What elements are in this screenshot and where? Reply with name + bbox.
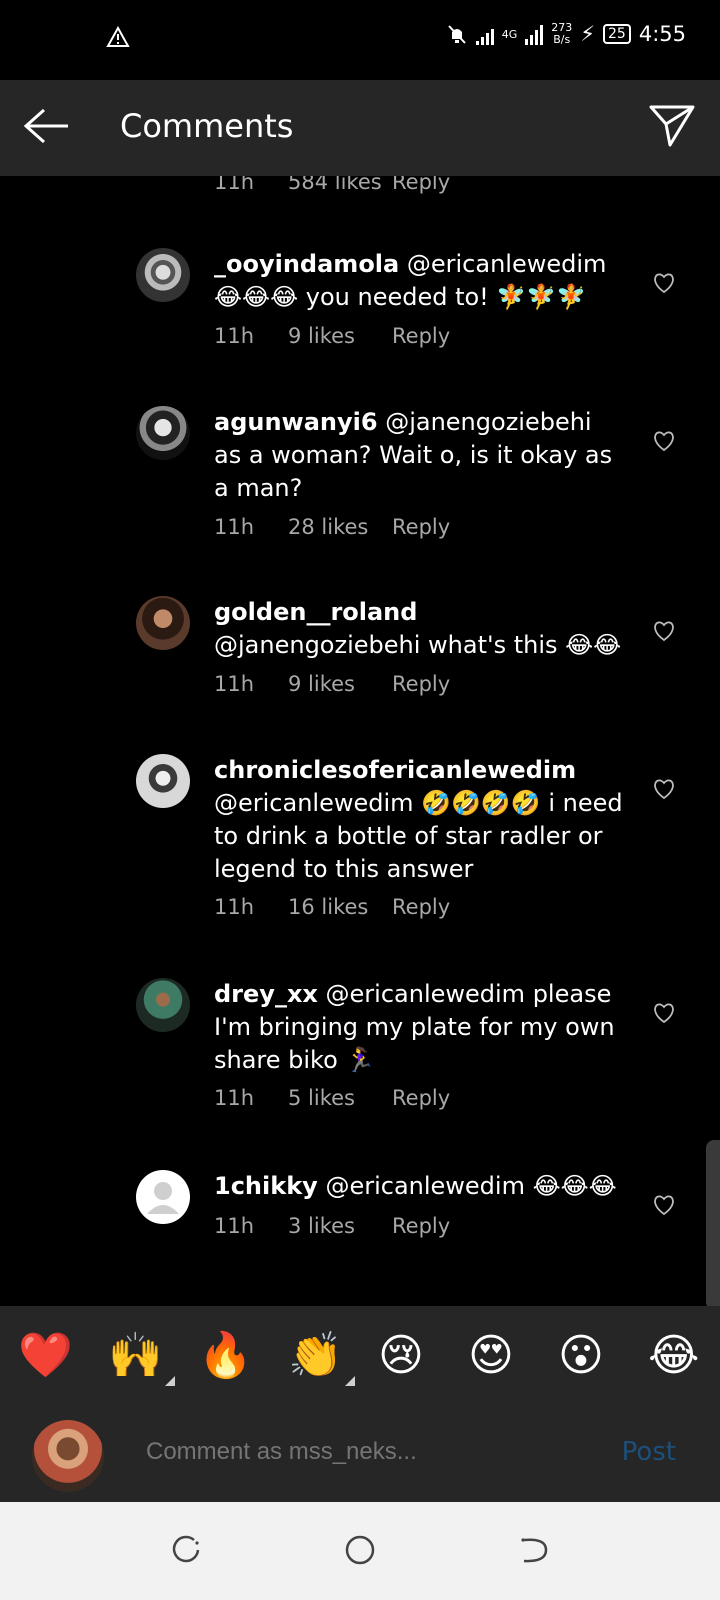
comment-time: 11h [214, 176, 255, 194]
comment-time: 11h [214, 324, 255, 348]
comment-username[interactable]: agunwanyi6 [214, 408, 378, 436]
comment-likes[interactable]: 3 likes [288, 1214, 392, 1238]
comment-time: 11h [214, 895, 255, 919]
comment-meta: 11h 584 likes Reply [214, 176, 450, 194]
emoji-bar: ❤️ 🙌 🔥 👏 😢 😍 😮 😂 [0, 1306, 720, 1410]
scrollbar[interactable] [706, 1140, 720, 1310]
comment-text: _ooyindamola @ericanlewedim 😂😂😂 you need… [214, 248, 624, 314]
skin-tone-indicator [164, 1376, 175, 1386]
comment-time: 11h [214, 515, 255, 539]
comment-text: 1chikky @ericanlewedim 😂😂😂 [214, 1170, 624, 1203]
emoji-heart-eyes-button[interactable]: 😍 [468, 1328, 514, 1384]
heart-icon[interactable] [652, 1002, 676, 1024]
heart-icon[interactable] [652, 620, 676, 642]
comment-username[interactable]: drey_xx [214, 980, 318, 1008]
comment-meta: 11h 5 likes Reply [214, 1086, 450, 1110]
emoji-raised-hands-button[interactable]: 🙌 [108, 1328, 175, 1386]
comments-header: Comments [0, 80, 720, 176]
heart-icon[interactable] [652, 1194, 676, 1216]
reply-button[interactable]: Reply [392, 1214, 450, 1238]
emoji-fire-button[interactable]: 🔥 [198, 1328, 253, 1384]
comment-likes[interactable]: 28 likes [288, 515, 392, 539]
comment-username[interactable]: chroniclesofericanlewedim [214, 756, 576, 784]
comment-username[interactable]: 1chikky [214, 1172, 318, 1200]
charging-icon: ⚡ [580, 22, 595, 46]
reply-button[interactable]: Reply [392, 895, 450, 919]
signal-icon-2 [525, 23, 544, 45]
warning-icon [106, 26, 130, 47]
heart-icon[interactable] [652, 778, 676, 800]
avatar[interactable] [136, 978, 190, 1032]
comment-list[interactable]: 11h 584 likes Reply _ooyindamola @erican… [0, 176, 720, 1306]
reply-button[interactable]: Reply [392, 672, 450, 696]
net-speed-unit: B/s [553, 33, 571, 46]
reply-button[interactable]: Reply [392, 176, 450, 194]
emoji-crying-button[interactable]: 😢 [378, 1328, 424, 1384]
emoji-raised-hands-label: 🙌 [108, 1330, 163, 1381]
mute-icon [447, 25, 466, 44]
signal-icon [475, 23, 494, 45]
comment-meta: 11h 28 likes Reply [214, 515, 450, 539]
emoji-heart-button[interactable]: ❤️ [18, 1328, 73, 1384]
comment-time: 11h [214, 1086, 255, 1110]
emoji-clap-label: 👏 [288, 1330, 343, 1381]
comment-input[interactable] [144, 1437, 458, 1467]
home-icon[interactable] [344, 1534, 376, 1566]
net-speed: 273 B/s [551, 22, 572, 46]
comment-meta: 11h 3 likes Reply [214, 1214, 450, 1238]
comment-body: @ericanlewedim 🤣🤣🤣🤣 i need to drink a bo… [214, 789, 623, 883]
send-icon[interactable] [648, 104, 696, 148]
comment-username[interactable]: golden__roland [214, 598, 417, 626]
comment-text: chroniclesofericanlewedim @ericanlewedim… [214, 754, 624, 886]
current-user-avatar [32, 1420, 104, 1492]
avatar[interactable] [136, 248, 190, 302]
comment-text: agunwanyi6 @janengoziebehi as a woman? W… [214, 406, 624, 505]
heart-icon[interactable] [652, 272, 676, 294]
status-bar: 4G 273 B/s ⚡ 25 4:55 [0, 0, 720, 80]
comment-likes[interactable]: 5 likes [288, 1086, 392, 1110]
comment-body: @janengoziebehi what's this 😂😂 [214, 631, 622, 659]
avatar[interactable] [136, 596, 190, 650]
comment-likes[interactable]: 16 likes [288, 895, 392, 919]
system-nav-bar [0, 1502, 720, 1600]
clock: 4:55 [638, 22, 686, 46]
comment-meta: 11h 16 likes Reply [214, 895, 450, 919]
comment-time: 11h [214, 1214, 255, 1238]
comment-likes[interactable]: 9 likes [288, 324, 392, 348]
avatar[interactable] [136, 754, 190, 808]
network-type: 4G [501, 27, 518, 41]
comment-meta: 11h 9 likes Reply [214, 672, 450, 696]
back-arrow-icon[interactable] [22, 106, 72, 146]
emoji-surprised-button[interactable]: 😮 [558, 1328, 604, 1384]
reply-button[interactable]: Reply [392, 324, 450, 348]
emoji-laughing-button[interactable]: 😂 [648, 1328, 699, 1384]
avatar[interactable] [136, 406, 190, 460]
post-button[interactable]: Post [622, 1437, 676, 1467]
reply-button[interactable]: Reply [392, 515, 450, 539]
reply-button[interactable]: Reply [392, 1086, 450, 1110]
comment-body: @ericanlewedim 😂😂😂 [317, 1172, 617, 1200]
comment-likes[interactable]: 584 likes [288, 176, 392, 194]
comment-meta: 11h 9 likes Reply [214, 324, 450, 348]
comment-text: golden__roland @janengoziebehi what's th… [214, 596, 624, 662]
heart-icon[interactable] [652, 430, 676, 452]
avatar[interactable] [136, 1170, 190, 1224]
comment-text: drey_xx @ericanlewedim please I'm bringi… [214, 978, 624, 1077]
page-title: Comments [120, 107, 294, 145]
default-avatar-icon [147, 1182, 179, 1214]
back-icon[interactable] [518, 1534, 550, 1566]
battery-indicator: 25 [603, 24, 631, 44]
skin-tone-indicator [344, 1376, 355, 1386]
comment-username[interactable]: _ooyindamola [214, 250, 399, 278]
recent-apps-icon[interactable] [170, 1534, 202, 1566]
comment-composer: Post [0, 1410, 720, 1502]
emoji-clap-button[interactable]: 👏 [288, 1328, 355, 1386]
comment-likes[interactable]: 9 likes [288, 672, 392, 696]
comment-time: 11h [214, 672, 255, 696]
